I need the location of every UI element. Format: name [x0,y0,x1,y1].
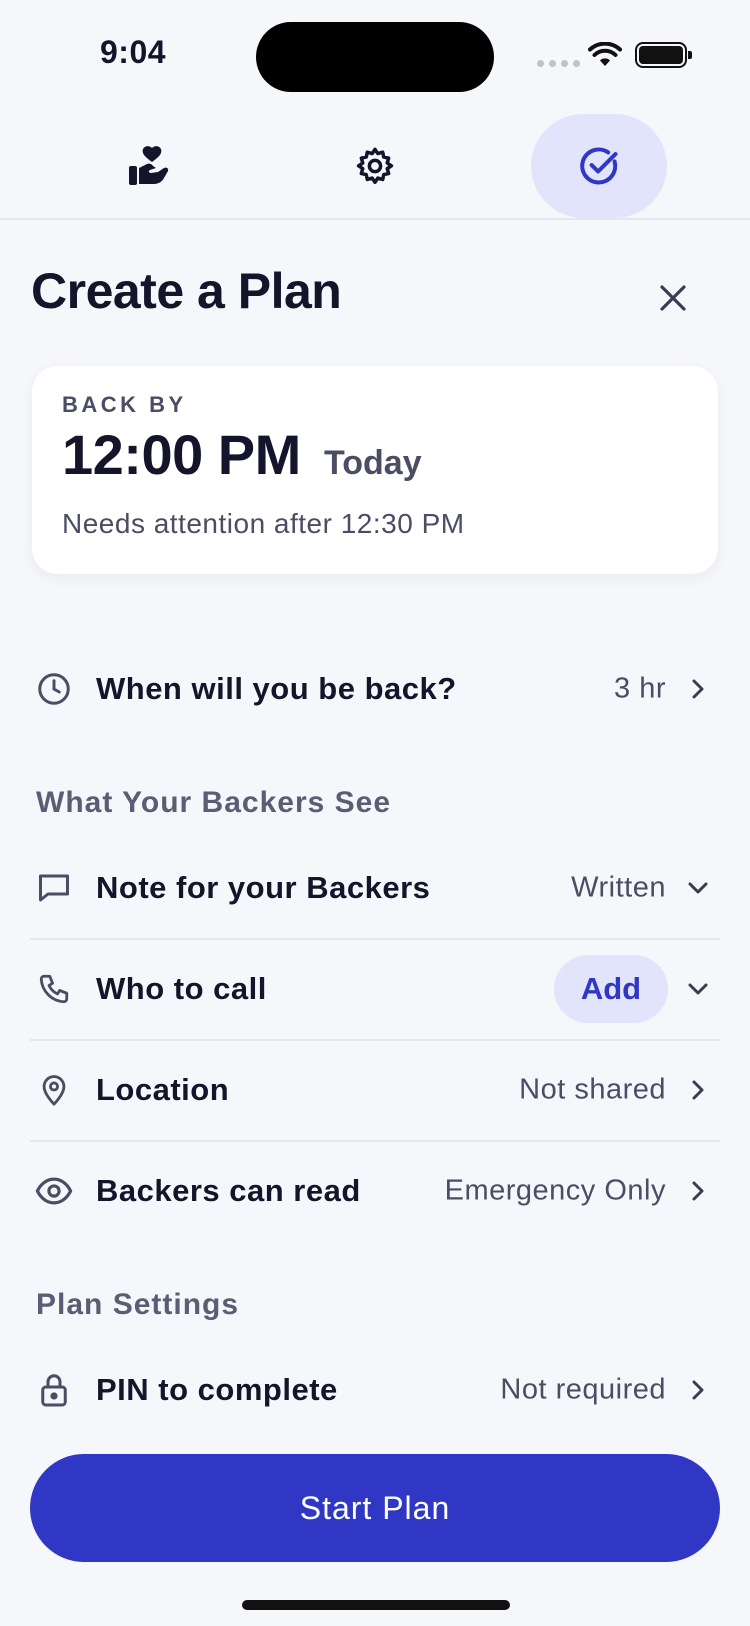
chevron-down-icon[interactable] [686,977,710,1001]
wifi-icon [588,42,622,66]
back-by-summary-card: BACK BY 12:00 PM Today Needs attention a… [32,366,718,574]
eye-icon [34,1171,74,1211]
pin-row[interactable]: PIN to complete Not required [30,1340,720,1440]
top-tab-bar [0,110,750,220]
backers-can-read-label: Backers can read [96,1173,361,1208]
attention-note: Needs attention after 12:30 PM [62,508,465,539]
location-row[interactable]: Location Not shared [30,1040,720,1140]
location-value: Not shared [519,1073,666,1106]
return-time-value: 3 hr [614,672,666,705]
map-pin-icon [34,1070,74,1110]
backers-section-heading: What Your Backers See [36,786,392,819]
battery-icon [635,42,692,68]
add-contact-button[interactable]: Add [554,955,668,1023]
return-time-row[interactable]: When will you be back? 3 hr [30,639,720,739]
chevron-down-icon [686,876,710,900]
tab-plans[interactable] [531,114,667,218]
chevron-right-icon [686,677,710,701]
tab-settings[interactable] [307,114,443,218]
phone-icon [34,969,74,1009]
check-circle-icon [580,147,618,185]
back-by-time: 12:00 PM [62,423,301,486]
close-button[interactable] [650,275,696,321]
backers-can-read-value: Emergency Only [444,1174,666,1207]
pin-value: Not required [500,1373,666,1406]
home-indicator [242,1600,510,1610]
pin-label: PIN to complete [96,1372,338,1407]
backer-note-row[interactable]: Note for your Backers Written [30,838,720,938]
gear-icon [356,147,394,185]
who-to-call-label: Who to call [96,971,267,1006]
plan-settings-heading: Plan Settings [36,1288,240,1321]
page-title: Create a Plan [31,263,342,319]
chevron-right-icon [686,1179,710,1203]
tab-care[interactable] [82,114,218,218]
back-by-label: BACK BY [62,392,187,417]
backer-note-label: Note for your Backers [96,870,431,905]
backers-can-read-row[interactable]: Backers can read Emergency Only [30,1141,720,1241]
close-icon [660,285,686,311]
status-bar: 9:04 [0,0,750,110]
status-time: 9:04 [100,34,167,70]
clock-icon [34,669,74,709]
chevron-right-icon [686,1078,710,1102]
chevron-right-icon [686,1378,710,1402]
who-to-call-row[interactable]: Who to call Add [30,939,720,1039]
lock-icon [34,1370,74,1410]
back-by-day: Today [324,444,422,482]
backer-note-value: Written [571,871,666,904]
message-icon [34,868,74,908]
location-label: Location [96,1072,230,1107]
return-time-label: When will you be back? [96,671,457,706]
cellular-signal-icon [537,60,580,67]
start-plan-button[interactable]: Start Plan [30,1454,720,1562]
dynamic-island [256,22,494,92]
hand-heart-icon [129,146,169,185]
